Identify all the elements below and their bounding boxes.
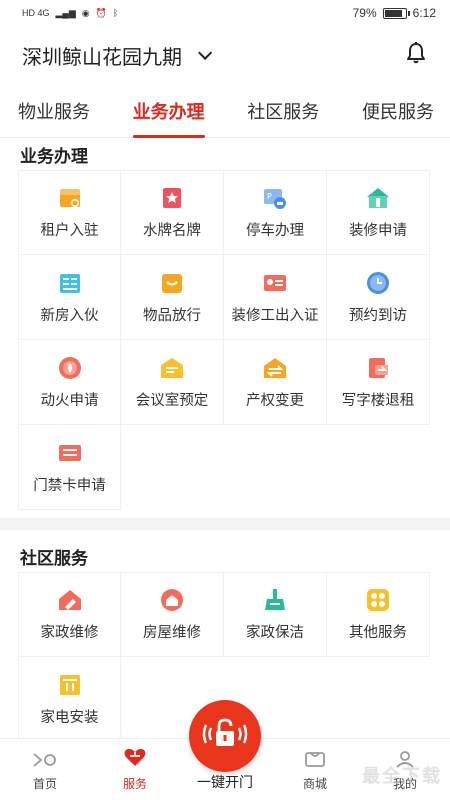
nav-home-label: 首页	[32, 777, 57, 791]
business-item-visit[interactable]: 预约到访	[327, 255, 430, 340]
service-tabs: 物业服务 业务办理 社区服务 便民服务	[0, 84, 450, 138]
nav-service[interactable]: 服务	[90, 739, 180, 800]
tab-property-service[interactable]: 物业服务	[18, 84, 90, 138]
community-item-label: 家政维修	[40, 625, 99, 641]
visit-clock-icon	[365, 270, 391, 296]
status-right: 79% 6:12	[353, 6, 436, 20]
tenant-icon	[57, 185, 83, 211]
nav-home[interactable]: 首页	[0, 739, 90, 800]
tab-convenience-service[interactable]: 便民服务	[362, 84, 434, 138]
svg-text:P: P	[267, 192, 272, 201]
tab-business[interactable]: 业务办理	[132, 84, 205, 138]
heart-service-icon	[123, 746, 147, 771]
business-item-property-change[interactable]: 产权变更	[224, 340, 327, 425]
community-item-other[interactable]: 其他服务	[327, 572, 430, 657]
nav-mall[interactable]: 商城	[270, 739, 360, 800]
renovation-icon	[365, 185, 391, 211]
section-divider	[0, 518, 450, 530]
business-item-label: 租户入驻	[40, 223, 99, 239]
community-item-label: 家电安装	[40, 709, 99, 726]
appliance-install-icon	[57, 672, 83, 698]
business-item-label: 装修工出入证	[231, 307, 319, 324]
chevron-down-icon	[198, 45, 213, 60]
business-grid: 租户入驻 水牌名牌 P 停车办理 装修申请 新房入伙 物品放行 装修工出入证 预…	[18, 170, 450, 510]
nameplate-icon	[159, 185, 185, 211]
nav-service-label: 服务	[122, 777, 147, 791]
nav-mall-label: 商城	[302, 777, 327, 791]
business-item-label: 产权变更	[246, 392, 304, 409]
business-item-label: 装修申请	[349, 223, 407, 239]
house-repair-icon	[159, 587, 185, 613]
business-item-nameplate[interactable]: 水牌名牌	[121, 170, 224, 255]
access-card-icon	[57, 440, 83, 466]
worker-pass-icon	[262, 270, 288, 296]
signal-icon: ▂▄▆	[55, 7, 76, 18]
other-services-icon	[365, 587, 391, 613]
business-item-label: 停车办理	[246, 223, 304, 239]
business-item-label: 写字楼退租	[341, 392, 415, 409]
cleaning-icon	[262, 587, 288, 613]
nav-one-key-open-label: 一键开门	[197, 774, 253, 790]
move-in-icon	[57, 270, 83, 296]
unlock-icon	[202, 717, 248, 756]
business-item-goods-pass[interactable]: 物品放行	[121, 255, 224, 340]
business-item-label: 动火申请	[40, 392, 99, 409]
business-item-access-card[interactable]: 门禁卡申请	[18, 425, 121, 510]
community-selector[interactable]: 深圳鲸山花园九期	[22, 41, 213, 70]
business-item-label: 新房入伙	[40, 307, 99, 324]
business-item-office-checkout[interactable]: 写字楼退租	[327, 340, 430, 425]
business-item-parking[interactable]: P 停车办理	[224, 170, 327, 255]
business-item-fire[interactable]: 动火申请	[18, 340, 121, 425]
bluetooth-icon: ᛒ	[112, 8, 119, 18]
alarm-icon: ⏰	[95, 7, 107, 18]
community-item-label: 家政保洁	[246, 625, 304, 641]
community-item-appliance-install[interactable]: 家电安装	[18, 657, 121, 742]
business-item-move-in[interactable]: 新房入伙	[18, 255, 121, 340]
network-indicator: HD 4G	[22, 8, 50, 18]
community-item-house-repair[interactable]: 房屋维修	[121, 572, 224, 657]
business-item-renovation[interactable]: 装修申请	[327, 170, 430, 255]
business-item-label: 会议室预定	[135, 392, 209, 409]
business-item-label: 门禁卡申请	[33, 477, 106, 494]
business-item-worker-pass[interactable]: 装修工出入证	[224, 255, 327, 340]
status-left: HD 4G ▂▄▆ ◉ ⏰ ᛒ	[22, 8, 118, 19]
eye-icon: ◉	[81, 7, 90, 18]
office-checkout-icon	[365, 355, 391, 381]
business-item-label: 水牌名牌	[143, 223, 201, 239]
community-section-title: 社区服务	[20, 548, 88, 568]
watermark: 最全下载	[362, 766, 442, 786]
battery-percent: 79%	[352, 6, 377, 20]
parking-icon: P	[262, 185, 288, 211]
home-icon	[32, 752, 58, 771]
business-section-title: 业务办理	[20, 146, 88, 166]
business-item-label: 预约到访	[349, 307, 407, 324]
business-item-tenant[interactable]: 租户入驻	[18, 170, 121, 255]
community-item-home-repair[interactable]: 家政维修	[18, 572, 121, 657]
fire-icon	[57, 355, 83, 381]
community-name: 深圳鲸山花园九期	[22, 46, 182, 69]
business-item-meeting-room[interactable]: 会议室预定	[121, 340, 224, 425]
community-item-label: 其他服务	[349, 625, 407, 641]
bell-icon[interactable]	[404, 41, 428, 70]
clock: 6:12	[412, 6, 436, 20]
community-item-cleaning[interactable]: 家政保洁	[224, 572, 327, 657]
header: 深圳鲸山花园九期	[0, 26, 450, 84]
tab-community-service[interactable]: 社区服务	[247, 84, 319, 138]
property-change-icon	[262, 355, 288, 381]
one-key-open-button[interactable]	[189, 700, 261, 772]
battery-icon	[382, 7, 410, 19]
status-bar: HD 4G ▂▄▆ ◉ ⏰ ᛒ 79% 6:12	[0, 0, 450, 26]
meeting-room-icon	[159, 355, 185, 381]
mall-icon	[304, 750, 326, 771]
home-repair-icon	[57, 587, 83, 613]
business-item-label: 物品放行	[143, 307, 201, 324]
goods-pass-icon	[159, 270, 185, 296]
community-item-label: 房屋维修	[143, 625, 201, 641]
